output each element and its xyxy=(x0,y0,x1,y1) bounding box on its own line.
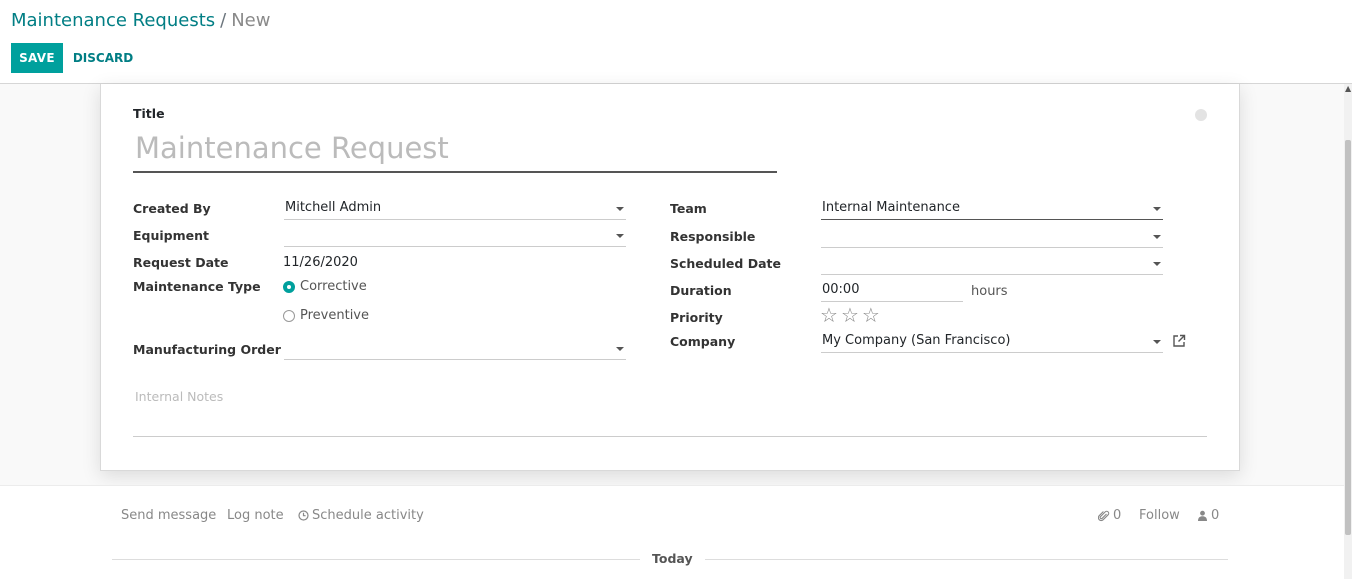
duration-unit: hours xyxy=(971,284,1008,299)
log-note-button[interactable]: Log note xyxy=(227,508,284,523)
manufacturing-order-field[interactable] xyxy=(284,338,626,360)
created-by-label: Created By xyxy=(133,201,211,216)
star-icon[interactable]: ☆ xyxy=(820,305,838,325)
radio-preventive[interactable]: Preventive xyxy=(283,308,369,323)
scrollbar-thumb[interactable] xyxy=(1345,140,1351,535)
scroll-up-arrow-icon[interactable]: ▲ xyxy=(1345,85,1351,93)
duration-input[interactable]: 00:00 xyxy=(821,280,963,302)
priority-label: Priority xyxy=(670,310,723,325)
followers-button[interactable]: 0 xyxy=(1197,508,1219,523)
follow-button[interactable]: Follow xyxy=(1139,508,1180,523)
created-by-caret-down-icon[interactable] xyxy=(616,207,624,211)
company-value: My Company (San Francisco) xyxy=(822,333,1011,348)
radio-corrective-label: Corrective xyxy=(300,279,367,294)
team-value: Internal Maintenance xyxy=(822,200,960,215)
duration-label: Duration xyxy=(670,283,732,298)
maintenance-type-label: Maintenance Type xyxy=(133,279,261,294)
radio-preventive-label: Preventive xyxy=(300,308,369,323)
created-by-value: Mitchell Admin xyxy=(285,200,382,215)
breadcrumb-maintenance-requests[interactable]: Maintenance Requests xyxy=(11,10,215,31)
equipment-caret-down-icon[interactable] xyxy=(616,234,624,238)
save-button[interactable]: SAVE xyxy=(11,43,63,73)
breadcrumb-current: New xyxy=(231,10,271,31)
scheduled-date-caret-down-icon[interactable] xyxy=(1153,262,1161,266)
manufacturing-order-label: Manufacturing Order xyxy=(133,342,281,357)
clock-icon xyxy=(298,510,309,521)
control-panel: Maintenance Requests / New SAVE DISCARD xyxy=(0,0,1352,84)
scheduled-date-label: Scheduled Date xyxy=(670,256,781,271)
schedule-activity-button[interactable]: Schedule activity xyxy=(298,508,424,523)
radio-corrective[interactable]: Corrective xyxy=(283,279,367,294)
company-label: Company xyxy=(670,334,736,349)
user-icon xyxy=(1198,510,1207,521)
radio-preventive-unchecked-icon[interactable] xyxy=(283,309,295,322)
breadcrumb: Maintenance Requests / New xyxy=(11,10,270,31)
team-field[interactable]: Internal Maintenance xyxy=(821,198,1163,220)
created-by-field[interactable]: Mitchell Admin xyxy=(284,198,626,220)
team-label: Team xyxy=(670,201,707,216)
company-caret-down-icon[interactable] xyxy=(1153,340,1161,344)
breadcrumb-separator: / xyxy=(220,10,227,31)
radio-corrective-checked-icon[interactable] xyxy=(283,280,295,293)
send-message-button[interactable]: Send message xyxy=(121,508,216,523)
internal-notes-field[interactable]: Internal Notes xyxy=(133,389,1207,437)
today-label: Today xyxy=(640,551,705,566)
title-label: Title xyxy=(133,106,165,121)
title-input[interactable]: Maintenance Request xyxy=(133,129,777,173)
responsible-caret-down-icon[interactable] xyxy=(1153,235,1161,239)
duration-value: 00:00 xyxy=(822,282,860,297)
request-date-value[interactable]: 11/26/2020 xyxy=(283,255,358,270)
form-sheet: Title Maintenance Request Created By Mit… xyxy=(100,84,1240,471)
external-link-icon[interactable] xyxy=(1172,334,1186,348)
kanban-state-icon[interactable] xyxy=(1195,109,1207,121)
responsible-field[interactable] xyxy=(821,226,1163,248)
equipment-label: Equipment xyxy=(133,228,209,243)
manufacturing-order-caret-down-icon[interactable] xyxy=(616,347,624,351)
attachments-button[interactable]: 0 xyxy=(1098,508,1121,523)
company-field[interactable]: My Company (San Francisco) xyxy=(821,331,1163,353)
schedule-activity-label: Schedule activity xyxy=(312,508,424,523)
equipment-field[interactable] xyxy=(284,225,626,247)
priority-stars: ☆ ☆ ☆ xyxy=(820,305,880,325)
star-icon[interactable]: ☆ xyxy=(862,305,880,325)
discard-button[interactable]: DISCARD xyxy=(72,43,134,73)
followers-count: 0 xyxy=(1211,508,1220,523)
team-caret-down-icon[interactable] xyxy=(1153,207,1161,211)
scheduled-date-field[interactable] xyxy=(821,253,1163,275)
request-date-label: Request Date xyxy=(133,255,229,270)
attachments-count: 0 xyxy=(1113,508,1122,523)
paperclip-icon xyxy=(1098,510,1110,521)
responsible-label: Responsible xyxy=(670,229,756,244)
star-icon[interactable]: ☆ xyxy=(841,305,859,325)
chatter: Send message Log note Schedule activity … xyxy=(0,485,1344,579)
